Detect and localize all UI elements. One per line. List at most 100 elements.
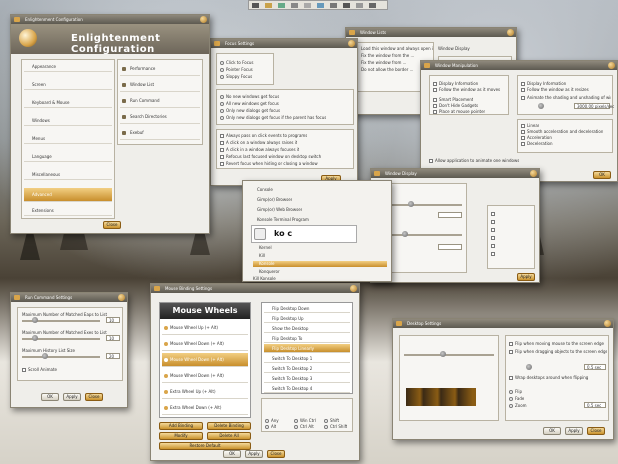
- close-button[interactable]: Close: [267, 450, 285, 458]
- zoom-radio[interactable]: [509, 404, 513, 408]
- delete-all-button[interactable]: Delete All: [207, 432, 251, 440]
- smooth-radio[interactable]: [521, 130, 525, 134]
- option-checkbox[interactable]: [491, 252, 495, 256]
- ok-button[interactable]: OK: [223, 450, 241, 458]
- close-button[interactable]: Close: [103, 221, 121, 229]
- action-row[interactable]: Switch To Desktop 4: [264, 384, 350, 393]
- close-button[interactable]: Close: [587, 427, 605, 435]
- display-info-checkbox[interactable]: [433, 82, 437, 86]
- modifier-radio[interactable]: [265, 425, 269, 429]
- exes-knob[interactable]: [32, 335, 38, 341]
- opacity-slider[interactable]: [382, 204, 462, 206]
- item-window-list[interactable]: Window List: [120, 78, 200, 92]
- desktops-knob[interactable]: [440, 351, 446, 357]
- category-item[interactable]: Menus: [24, 134, 112, 144]
- apply-button[interactable]: Apply: [565, 427, 583, 435]
- place-pointer-checkbox[interactable]: [433, 110, 437, 114]
- run-suggestion[interactable]: Gimp(or) Web Browser: [257, 207, 302, 212]
- window-manipulation-titlebar[interactable]: Window Manipulation: [421, 61, 617, 70]
- close-icon[interactable]: [348, 40, 355, 47]
- shade-slider[interactable]: [382, 234, 462, 236]
- run-suggestion[interactable]: Console: [257, 187, 273, 192]
- fade-radio[interactable]: [509, 397, 513, 401]
- category-item[interactable]: Appearance: [24, 62, 112, 72]
- binding-row[interactable]: Mouse Wheel Down (+ Alt): [162, 337, 248, 351]
- animate-windows-checkbox[interactable]: [429, 159, 433, 163]
- run-result[interactable]: Konqueror: [259, 269, 280, 274]
- window-display-titlebar[interactable]: Window Display: [371, 169, 539, 178]
- linear-radio[interactable]: [521, 124, 525, 128]
- close-icon[interactable]: [530, 170, 537, 177]
- add-binding-button[interactable]: Add Binding: [159, 422, 203, 430]
- animate-shading-checkbox[interactable]: [521, 96, 525, 100]
- click-focus-checkbox[interactable]: [220, 148, 224, 152]
- action-row[interactable]: Switch To Desktop 1: [264, 354, 350, 363]
- speed-field[interactable]: 3000.00 pixels/sec: [574, 103, 614, 109]
- option-checkbox[interactable]: [491, 236, 495, 240]
- item-performance[interactable]: Performance: [120, 62, 200, 76]
- history-field[interactable]: 20: [106, 353, 120, 359]
- arrow-icon[interactable]: [356, 3, 363, 8]
- exes-field[interactable]: 10: [106, 335, 120, 341]
- action-row[interactable]: Flip Desktop Up: [264, 314, 350, 323]
- desktops-slider[interactable]: [404, 354, 494, 356]
- modifier-radio[interactable]: [324, 425, 328, 429]
- apply-button[interactable]: Apply: [517, 273, 535, 281]
- click-raise-checkbox[interactable]: [220, 141, 224, 145]
- close-button[interactable]: Close: [85, 393, 103, 401]
- shade-knob[interactable]: [402, 231, 408, 237]
- new-focus-radio[interactable]: [220, 95, 224, 99]
- category-item[interactable]: Windows: [24, 116, 112, 126]
- value-field[interactable]: [438, 244, 462, 250]
- run-result-selected[interactable]: Konsole: [253, 261, 387, 267]
- sloppy-focus-radio[interactable]: [220, 75, 224, 79]
- hide-gadgets-checkbox[interactable]: [433, 104, 437, 108]
- new-focus-radio[interactable]: [220, 102, 224, 106]
- pointer-focus-radio[interactable]: [220, 68, 224, 72]
- modifier-radio[interactable]: [294, 425, 298, 429]
- close-icon[interactable]: [604, 320, 611, 327]
- click-focus-radio[interactable]: [220, 61, 224, 65]
- window-lists-titlebar[interactable]: Window Lists: [346, 28, 516, 37]
- close-icon[interactable]: [507, 29, 514, 36]
- modifier-radio[interactable]: [265, 419, 269, 423]
- category-item[interactable]: Miscellaneous: [24, 170, 112, 180]
- close-icon[interactable]: [118, 294, 125, 301]
- run-result[interactable]: Kill: [259, 253, 265, 258]
- action-row[interactable]: Switch To Desktop 3: [264, 374, 350, 383]
- eaps-knob[interactable]: [32, 317, 38, 323]
- edit-icon[interactable]: [278, 3, 285, 8]
- new-focus-radio[interactable]: [220, 116, 224, 120]
- binding-row[interactable]: Mouse Wheel Down (+ Alt): [162, 369, 248, 383]
- category-item[interactable]: Keyboard & Mouse: [24, 98, 112, 108]
- refocus-checkbox[interactable]: [220, 155, 224, 159]
- binding-row[interactable]: Mouse Wheel Up (+ Alt): [162, 321, 248, 335]
- folder-icon[interactable]: [265, 3, 272, 8]
- opacity-knob[interactable]: [408, 201, 414, 207]
- value-field[interactable]: [438, 212, 462, 218]
- ok-button[interactable]: OK: [593, 171, 611, 179]
- eaps-field[interactable]: 10: [106, 317, 120, 323]
- close-icon[interactable]: [608, 62, 615, 69]
- smart-placement-checkbox[interactable]: [433, 98, 437, 102]
- run-result[interactable]: Kernel: [259, 245, 272, 250]
- history-knob[interactable]: [42, 353, 48, 359]
- item-exebuf[interactable]: Exebuf: [120, 126, 200, 140]
- desktop-settings-titlebar[interactable]: Desktop Settings: [393, 319, 613, 328]
- desktop-thumbnails[interactable]: [406, 388, 476, 406]
- scroll-animate-checkbox[interactable]: [22, 368, 26, 372]
- binding-row-selected[interactable]: Mouse Wheel Down (+ Alt): [162, 353, 248, 367]
- action-row[interactable]: Flip Desktop Down: [264, 304, 350, 313]
- close-icon[interactable]: [200, 16, 207, 23]
- binding-row[interactable]: Extra Wheel Up (+ Alt): [162, 385, 248, 399]
- new-focus-radio[interactable]: [220, 109, 224, 113]
- binding-row[interactable]: Extra Wheel Down (+ Alt): [162, 401, 248, 415]
- flip-radio[interactable]: [509, 390, 513, 394]
- category-item[interactable]: Screen: [24, 80, 112, 90]
- flip-delay-field[interactable]: 0.5 sec: [584, 364, 606, 370]
- gear-icon[interactable]: [369, 3, 376, 8]
- modifier-radio[interactable]: [294, 419, 298, 423]
- option-checkbox[interactable]: [491, 220, 495, 224]
- terminal-icon[interactable]: [252, 3, 259, 8]
- apply-button[interactable]: Apply: [63, 393, 81, 401]
